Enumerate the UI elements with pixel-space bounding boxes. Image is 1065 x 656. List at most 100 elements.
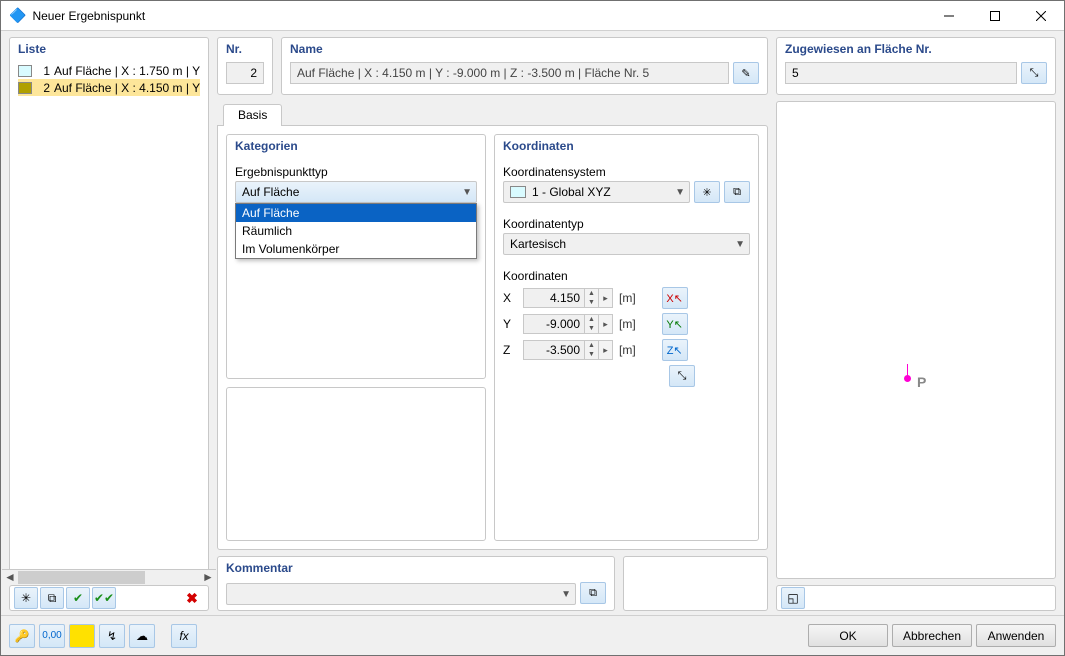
display-settings-icon: ◱ xyxy=(787,591,798,605)
number-field[interactable]: 2 xyxy=(226,62,264,84)
color-button[interactable] xyxy=(69,624,95,648)
pencil-icon: ✎ xyxy=(741,67,750,80)
cancel-button[interactable]: Abbrechen xyxy=(892,624,972,647)
close-icon xyxy=(1036,11,1046,21)
comment-library-button[interactable]: ⧉ xyxy=(580,582,606,604)
ok-button[interactable]: OK xyxy=(808,624,888,647)
pick-y-button[interactable]: Y↖ xyxy=(662,313,688,335)
pick-cursor-icon: ⤡ xyxy=(678,370,687,383)
close-button[interactable] xyxy=(1018,1,1064,31)
help-button[interactable]: 🔑 xyxy=(9,624,35,648)
coord-y-step-button[interactable]: ▸ xyxy=(599,314,613,334)
chevron-down-icon: ▼ xyxy=(735,239,745,250)
pick-surface-button[interactable]: ⤡ xyxy=(1021,62,1047,84)
pick-z-icon: Z↖ xyxy=(667,344,683,357)
edit-cs-button[interactable]: ⧉ xyxy=(724,181,750,203)
check-all-button[interactable]: ✔✔ xyxy=(92,587,116,609)
delete-item-button[interactable]: ✖ xyxy=(180,587,204,609)
pick-y-icon: Y↖ xyxy=(666,318,683,331)
title-bar: 🔷 Neuer Ergebnispunkt xyxy=(1,1,1064,31)
key-icon: 🔑 xyxy=(15,629,30,643)
center-column: Nr. 2 Name Auf Fläche | X : 4.150 m | Y … xyxy=(217,37,768,611)
coord-y-input[interactable]: -9.000 ▲▼ ▸ xyxy=(523,314,613,334)
list-body: 1Auf Fläche | X : 1.750 m | Y : -6.902Au… xyxy=(10,62,208,569)
coord-z-input[interactable]: -3.500 ▲▼ ▸ xyxy=(523,340,613,360)
list-item[interactable]: 2Auf Fläche | X : 4.150 m | Y : -9.00 xyxy=(18,79,200,96)
dialog-window: 🔷 Neuer Ergebnispunkt Liste 1Auf Fläche … xyxy=(0,0,1065,656)
edit-name-button[interactable]: ✎ xyxy=(733,62,759,84)
coord-y-row: Y -9.000 ▲▼ ▸ [m] Y↖ xyxy=(503,311,750,337)
coordinates-title: Koordinaten xyxy=(495,135,758,157)
comment-combo[interactable]: ▼ xyxy=(226,583,576,605)
coord-x-row: X 4.150 ▲▼ ▸ [m] X↖ xyxy=(503,285,750,311)
assigned-field[interactable]: 5 xyxy=(785,62,1017,84)
coord-z-unit: [m] xyxy=(619,343,636,357)
coordinate-system-combo[interactable]: 1 - Global XYZ ▼ xyxy=(503,181,690,203)
name-field[interactable]: Auf Fläche | X : 4.150 m | Y : -9.000 m … xyxy=(290,62,729,84)
coord-x-value: 4.150 xyxy=(523,288,585,308)
new-item-button[interactable]: ✳ xyxy=(14,587,38,609)
result-point-type-option[interactable]: Im Volumenkörper xyxy=(236,240,476,258)
chevron-down-icon: ▼ xyxy=(675,187,685,198)
pick-point-button[interactable]: ⤡ xyxy=(669,365,695,387)
result-point-type-label: Ergebnispunkttyp xyxy=(235,165,477,179)
check-item-button[interactable]: ✔ xyxy=(66,587,90,609)
coordinate-type-combo[interactable]: Kartesisch ▼ xyxy=(503,233,750,255)
coordinates-column: Koordinaten Koordinatensystem 1 - Global… xyxy=(494,134,759,541)
footer-bar: 🔑 0,00 ↯ ☁ fx OK Abbrechen Anwenden xyxy=(1,615,1064,655)
assigned-title: Zugewiesen an Fläche Nr. xyxy=(777,38,1055,62)
delete-icon: ✖ xyxy=(186,590,198,607)
axes-button[interactable]: ↯ xyxy=(99,624,125,648)
pick-cursor-icon: ⤡ xyxy=(1030,67,1039,80)
library-icon: ⧉ xyxy=(589,587,597,600)
chevron-down-icon: ▼ xyxy=(561,589,571,600)
list-horizontal-scrollbar[interactable]: ◄ ► xyxy=(2,569,216,584)
preview-settings-button[interactable]: ◱ xyxy=(781,587,805,609)
comment-empty-panel xyxy=(623,556,768,611)
tab-basis[interactable]: Basis xyxy=(223,104,282,126)
apply-button[interactable]: Anwenden xyxy=(976,624,1056,647)
result-point-type-dropdown[interactable]: Auf Fläche ▼ Auf FlächeRäumlichIm Volume… xyxy=(235,181,477,203)
maximize-icon xyxy=(990,11,1000,21)
result-point-type-value: Auf Fläche xyxy=(242,185,458,199)
pick-x-button[interactable]: X↖ xyxy=(662,287,688,309)
view-button[interactable]: ☁ xyxy=(129,624,155,648)
list-item[interactable]: 1Auf Fläche | X : 1.750 m | Y : -6.90 xyxy=(18,62,200,79)
axes-icon: ↯ xyxy=(107,629,117,643)
result-point-type-option[interactable]: Auf Fläche xyxy=(236,204,476,222)
name-panel: Name Auf Fläche | X : 4.150 m | Y : -9.0… xyxy=(281,37,768,95)
pick-z-button[interactable]: Z↖ xyxy=(662,339,688,361)
scroll-left-icon: ◄ xyxy=(2,570,18,584)
coord-z-label: Z xyxy=(503,343,517,357)
coordinate-type-value: Kartesisch xyxy=(510,237,731,251)
units-icon: 0,00 xyxy=(42,630,61,641)
coord-z-step-button[interactable]: ▸ xyxy=(599,340,613,360)
left-column: Liste 1Auf Fläche | X : 1.750 m | Y : -6… xyxy=(9,37,209,611)
minimize-button[interactable] xyxy=(926,1,972,31)
coord-y-value: -9.000 xyxy=(523,314,585,334)
right-column: Zugewiesen an Fläche Nr. 5 ⤡ P ◱ xyxy=(776,37,1056,611)
scroll-right-icon: ► xyxy=(200,570,216,584)
list-item-swatch xyxy=(18,65,32,77)
coord-z-spinner[interactable]: ▲▼ xyxy=(585,340,599,360)
categories-title: Kategorien xyxy=(227,135,485,157)
tab-strip: Basis xyxy=(217,101,768,125)
coord-x-step-button[interactable]: ▸ xyxy=(599,288,613,308)
function-button[interactable]: fx xyxy=(171,624,197,648)
coord-y-spinner[interactable]: ▲▼ xyxy=(585,314,599,334)
tab-host: Basis Kategorien Ergebnispunkttyp Auf Fl… xyxy=(217,101,768,550)
copy-item-button[interactable]: ⧉ xyxy=(40,587,64,609)
chevron-down-icon: ▼ xyxy=(462,187,472,198)
coord-x-input[interactable]: 4.150 ▲▼ ▸ xyxy=(523,288,613,308)
units-button[interactable]: 0,00 xyxy=(39,624,65,648)
new-cs-button[interactable]: ✳ xyxy=(694,181,720,203)
preview-point-marker xyxy=(904,375,911,382)
scroll-thumb[interactable] xyxy=(18,571,145,584)
name-title: Name xyxy=(282,38,767,62)
maximize-button[interactable] xyxy=(972,1,1018,31)
coordinate-type-label: Koordinatentyp xyxy=(503,217,750,231)
result-point-type-option[interactable]: Räumlich xyxy=(236,222,476,240)
preview-viewport[interactable]: P xyxy=(776,101,1056,579)
function-icon: fx xyxy=(179,629,188,643)
coord-x-spinner[interactable]: ▲▼ xyxy=(585,288,599,308)
